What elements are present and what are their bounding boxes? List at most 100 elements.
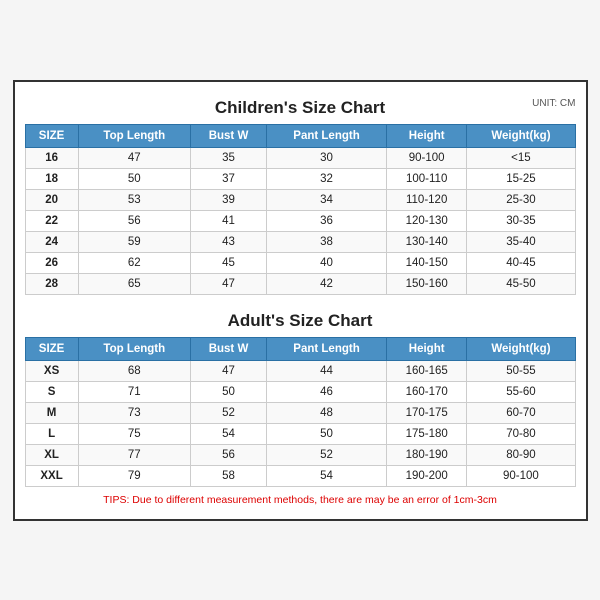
table-cell: L (25, 423, 78, 444)
table-cell: 80-90 (467, 444, 575, 465)
col-height-a: Height (386, 337, 466, 360)
adult-title-text: Adult's Size Chart (228, 311, 373, 330)
table-row: 1647353090-100<15 (25, 147, 575, 168)
table-cell: 50 (190, 381, 266, 402)
table-row: S715046160-17055-60 (25, 381, 575, 402)
table-cell: 45-50 (467, 273, 575, 294)
table-cell: 52 (267, 444, 387, 465)
table-row: 28654742150-16045-50 (25, 273, 575, 294)
table-cell: 44 (267, 360, 387, 381)
table-cell: 20 (25, 189, 78, 210)
table-cell: 34 (267, 189, 387, 210)
table-cell: 22 (25, 210, 78, 231)
table-cell: 59 (78, 231, 190, 252)
col-pant-length-c: Pant Length (267, 124, 387, 147)
table-cell: 15-25 (467, 168, 575, 189)
table-cell: 100-110 (386, 168, 466, 189)
col-weight-c: Weight(kg) (467, 124, 575, 147)
table-cell: 55-60 (467, 381, 575, 402)
table-cell: 41 (190, 210, 266, 231)
table-cell: 190-200 (386, 465, 466, 486)
table-cell: 26 (25, 252, 78, 273)
col-top-length-c: Top Length (78, 124, 190, 147)
tips-text: TIPS: Due to different measurement metho… (25, 494, 576, 509)
table-cell: 71 (78, 381, 190, 402)
children-header-row: SIZE Top Length Bust W Pant Length Heigh… (25, 124, 575, 147)
table-cell: 35 (190, 147, 266, 168)
table-cell: XS (25, 360, 78, 381)
table-row: M735248170-17560-70 (25, 402, 575, 423)
table-cell: 43 (190, 231, 266, 252)
table-cell: 40 (267, 252, 387, 273)
table-row: 24594338130-14035-40 (25, 231, 575, 252)
table-cell: 37 (190, 168, 266, 189)
table-cell: 38 (267, 231, 387, 252)
table-cell: 47 (78, 147, 190, 168)
table-cell: 56 (190, 444, 266, 465)
children-section-title: Children's Size Chart UNIT: CM (25, 92, 576, 120)
table-cell: 58 (190, 465, 266, 486)
table-cell: 70-80 (467, 423, 575, 444)
table-cell: 62 (78, 252, 190, 273)
col-size-c: SIZE (25, 124, 78, 147)
table-cell: 35-40 (467, 231, 575, 252)
table-cell: 90-100 (467, 465, 575, 486)
children-table: SIZE Top Length Bust W Pant Length Heigh… (25, 124, 576, 295)
table-cell: 48 (267, 402, 387, 423)
table-cell: 50-55 (467, 360, 575, 381)
table-cell: 52 (190, 402, 266, 423)
table-cell: 50 (267, 423, 387, 444)
table-cell: 30 (267, 147, 387, 168)
chart-container: Children's Size Chart UNIT: CM SIZE Top … (13, 80, 588, 521)
table-cell: 150-160 (386, 273, 466, 294)
table-row: XXL795854190-20090-100 (25, 465, 575, 486)
table-cell: 30-35 (467, 210, 575, 231)
table-cell: 54 (267, 465, 387, 486)
table-cell: <15 (467, 147, 575, 168)
table-cell: 50 (78, 168, 190, 189)
table-cell: 56 (78, 210, 190, 231)
table-cell: 170-175 (386, 402, 466, 423)
table-cell: 180-190 (386, 444, 466, 465)
table-cell: XXL (25, 465, 78, 486)
col-size-a: SIZE (25, 337, 78, 360)
col-pant-length-a: Pant Length (267, 337, 387, 360)
table-cell: 16 (25, 147, 78, 168)
table-cell: 18 (25, 168, 78, 189)
adult-header-row: SIZE Top Length Bust W Pant Length Heigh… (25, 337, 575, 360)
table-cell: 65 (78, 273, 190, 294)
table-cell: 60-70 (467, 402, 575, 423)
col-height-c: Height (386, 124, 466, 147)
table-cell: 28 (25, 273, 78, 294)
table-cell: 40-45 (467, 252, 575, 273)
table-cell: 45 (190, 252, 266, 273)
table-cell: 175-180 (386, 423, 466, 444)
table-row: XL775652180-19080-90 (25, 444, 575, 465)
table-cell: 32 (267, 168, 387, 189)
table-row: XS684744160-16550-55 (25, 360, 575, 381)
table-cell: 160-165 (386, 360, 466, 381)
table-cell: M (25, 402, 78, 423)
table-cell: 79 (78, 465, 190, 486)
table-cell: 140-150 (386, 252, 466, 273)
table-cell: 120-130 (386, 210, 466, 231)
table-cell: 77 (78, 444, 190, 465)
table-cell: 36 (267, 210, 387, 231)
table-cell: 110-120 (386, 189, 466, 210)
adult-table: SIZE Top Length Bust W Pant Length Heigh… (25, 337, 576, 487)
table-cell: 25-30 (467, 189, 575, 210)
table-row: 22564136120-13030-35 (25, 210, 575, 231)
table-cell: 73 (78, 402, 190, 423)
table-cell: 160-170 (386, 381, 466, 402)
table-cell: XL (25, 444, 78, 465)
table-cell: 39 (190, 189, 266, 210)
table-cell: 75 (78, 423, 190, 444)
table-cell: 47 (190, 273, 266, 294)
table-cell: S (25, 381, 78, 402)
table-cell: 90-100 (386, 147, 466, 168)
col-bust-a: Bust W (190, 337, 266, 360)
table-cell: 130-140 (386, 231, 466, 252)
table-row: 26624540140-15040-45 (25, 252, 575, 273)
col-weight-a: Weight(kg) (467, 337, 575, 360)
children-title-text: Children's Size Chart (215, 98, 385, 117)
